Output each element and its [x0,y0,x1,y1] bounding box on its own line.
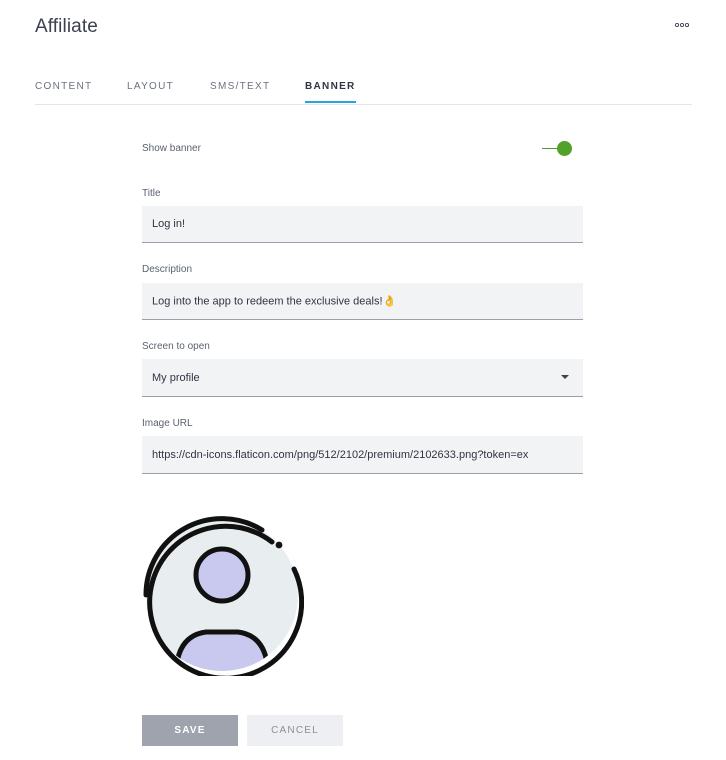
tab-content[interactable]: CONTENT [35,81,92,101]
tab-bar: CONTENT LAYOUT SMS/TEXT BANNER [35,72,692,105]
title-value: Log in! [152,218,186,230]
description-value: Log into the app to redeem the exclusive… [152,295,397,308]
ellipsis-icon[interactable] [674,18,690,32]
chevron-down-icon [561,375,569,379]
image-url-value: https://cdn-icons.flaticon.com/png/512/2… [152,448,529,461]
tab-layout[interactable]: LAYOUT [127,81,174,101]
user-profile-icon [143,516,305,681]
title-label: Title [142,188,161,199]
screen-to-open-value: My profile [152,371,200,384]
screen-to-open-select[interactable]: My profile [142,359,583,397]
banner-image-preview [142,514,305,681]
image-url-label: Image URL [142,418,193,429]
image-url-input[interactable]: https://cdn-icons.flaticon.com/png/512/2… [142,436,583,474]
save-button[interactable]: SAVE [142,715,238,746]
tab-banner[interactable]: BANNER [305,81,356,103]
cancel-button[interactable]: CANCEL [247,715,343,746]
show-banner-toggle[interactable] [542,141,574,157]
title-input[interactable]: Log in! [142,206,583,243]
show-banner-label: Show banner [142,143,201,154]
description-label: Description [142,264,193,275]
page-title: Affiliate [35,16,98,37]
tab-sms-text[interactable]: SMS/TEXT [210,81,270,101]
toggle-knob [557,141,572,156]
screen-to-open-label: Screen to open [142,341,210,352]
description-input[interactable]: Log into the app to redeem the exclusive… [142,283,583,320]
